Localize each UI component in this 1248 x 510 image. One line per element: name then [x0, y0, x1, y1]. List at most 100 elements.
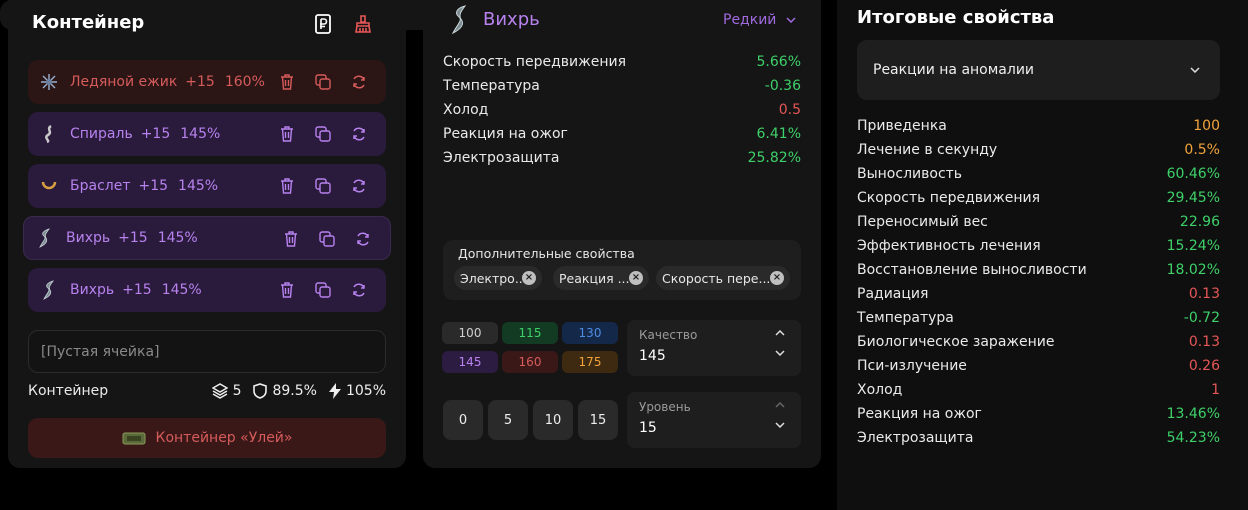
quality-preset-button[interactable]: 100 [442, 322, 498, 344]
chevron-up-icon[interactable] [775, 330, 785, 336]
layers-count: 5 [232, 383, 242, 399]
stat-label: Холод [857, 382, 903, 398]
quality-preset-button[interactable]: 175 [562, 351, 618, 373]
whirl-icon [36, 228, 54, 248]
property-chip[interactable]: Электро... × [454, 266, 542, 290]
total-stat-row: Переносимый вес 22.96 [857, 214, 1220, 230]
slot-percent: 160% [224, 74, 265, 90]
copy-icon[interactable] [314, 281, 332, 299]
stat-label: Реакция на ожог [443, 126, 568, 142]
stat-value: 22.96 [1179, 214, 1220, 230]
level-select[interactable]: Уровень 15 [627, 392, 801, 448]
close-icon[interactable]: × [770, 271, 784, 285]
container-title: Контейнер [32, 12, 145, 33]
chevron-down-icon [1190, 67, 1200, 73]
stat-label: Биологическое заражение [857, 334, 1055, 350]
slot-name: Вихрь [66, 230, 111, 246]
trash-icon[interactable] [278, 177, 296, 195]
stat-label: Восстановление выносливости [857, 262, 1087, 278]
slot-level: +15 [122, 282, 152, 298]
container-summary: Контейнер 5 89.5% 105% [28, 382, 386, 400]
container-slot[interactable]: Ледяной ежик +15 160% [28, 60, 386, 104]
slot-actions [278, 112, 368, 156]
container-slot[interactable]: Браслет +15 145% [28, 164, 386, 208]
container-select-button[interactable]: Контейнер «Улей» [28, 418, 386, 458]
container-slot[interactable]: Спираль +15 145% [28, 112, 386, 156]
stat-value: 100 [1193, 118, 1220, 134]
total-stat-row: Восстановление выносливости 18.02% [857, 262, 1220, 278]
slot-name: Браслет [70, 178, 131, 194]
slot-level: +15 [118, 230, 148, 246]
quality-preset-button[interactable]: 115 [502, 322, 558, 344]
stat-value: 6.41% [756, 126, 801, 142]
copy-icon[interactable] [318, 230, 336, 248]
stat-label: Температура [857, 310, 954, 326]
copy-icon[interactable] [314, 125, 332, 143]
slot-percent: 145% [180, 126, 221, 142]
stat-value: -0.36 [764, 78, 801, 94]
quality-value: 145 [639, 348, 666, 364]
empty-slot[interactable]: [Пустая ячейка] [28, 330, 386, 373]
stat-value: 5.66% [756, 54, 801, 70]
energy-value: 105% [345, 383, 386, 399]
total-stat-row: Пси-излучение 0.26 [857, 358, 1220, 374]
artifact-name: Вихрь [483, 9, 540, 30]
copy-icon[interactable] [314, 73, 332, 91]
slot-actions [278, 268, 368, 312]
swap-icon[interactable] [350, 73, 368, 91]
layers-icon [211, 383, 228, 399]
property-chip[interactable]: Скорость пере... × [656, 266, 790, 290]
level-preset-button[interactable]: 15 [578, 400, 618, 440]
slot-name: Спираль [70, 126, 133, 142]
slot-actions [282, 217, 372, 261]
swap-icon[interactable] [350, 281, 368, 299]
container-slot[interactable]: Вихрь +15 145% [28, 268, 386, 312]
quality-preset-button[interactable]: 160 [502, 351, 558, 373]
chip-label: Скорость пере... [662, 270, 771, 286]
anomaly-reactions-dropdown[interactable]: Реакции на аномалии [857, 40, 1220, 100]
hive-container-icon [122, 432, 146, 445]
trash-icon[interactable] [278, 73, 296, 91]
stat-label: Приведенка [857, 118, 947, 134]
chevron-up-icon[interactable] [775, 402, 785, 408]
stat-value: 54.23% [1166, 430, 1220, 446]
swap-icon[interactable] [354, 230, 372, 248]
totals-title: Итоговые свойства [857, 7, 1055, 28]
shield-icon [253, 383, 268, 399]
quality-preset-button[interactable]: 145 [442, 351, 498, 373]
quality-select[interactable]: Качество 145 [627, 320, 801, 376]
rarity-dropdown[interactable]: Редкий [723, 12, 796, 28]
chevron-down-icon[interactable] [775, 422, 785, 428]
stat-label: Реакция на ожог [857, 406, 982, 422]
container-slot[interactable]: Вихрь +15 145% [23, 216, 391, 260]
broom-icon[interactable] [353, 14, 373, 34]
stat-label: Переносимый вес [857, 214, 988, 230]
total-stat-row: Скорость передвижения 29.45% [857, 190, 1220, 206]
level-preset-button[interactable]: 10 [533, 400, 573, 440]
slot-actions [278, 60, 368, 104]
stat-label: Эффективность лечения [857, 238, 1041, 254]
rarity-label: Редкий [723, 12, 777, 28]
chevron-down-icon[interactable] [775, 350, 785, 356]
close-icon[interactable]: × [629, 271, 643, 285]
quality-label: Качество [639, 328, 698, 342]
total-stat-row: Радиация 0.13 [857, 286, 1220, 302]
whirl-artifact-icon [451, 5, 469, 39]
trash-icon[interactable] [278, 125, 296, 143]
property-chip[interactable]: Реакция ... × [553, 266, 649, 290]
ruble-icon[interactable] [313, 14, 333, 34]
copy-icon[interactable] [314, 177, 332, 195]
swap-icon[interactable] [350, 125, 368, 143]
swap-icon[interactable] [350, 177, 368, 195]
additional-properties-title: Дополнительные свойства [458, 246, 635, 261]
trash-icon[interactable] [278, 281, 296, 299]
trash-icon[interactable] [282, 230, 300, 248]
level-preset-button[interactable]: 5 [488, 400, 528, 440]
artifact-stat-row: Температура -0.36 [443, 78, 801, 94]
level-preset-button[interactable]: 0 [443, 400, 483, 440]
close-icon[interactable]: × [522, 271, 536, 285]
stat-label: Радиация [857, 286, 929, 302]
slot-name: Вихрь [70, 282, 115, 298]
stat-value: 0.5 [778, 102, 801, 118]
quality-preset-button[interactable]: 130 [562, 322, 618, 344]
